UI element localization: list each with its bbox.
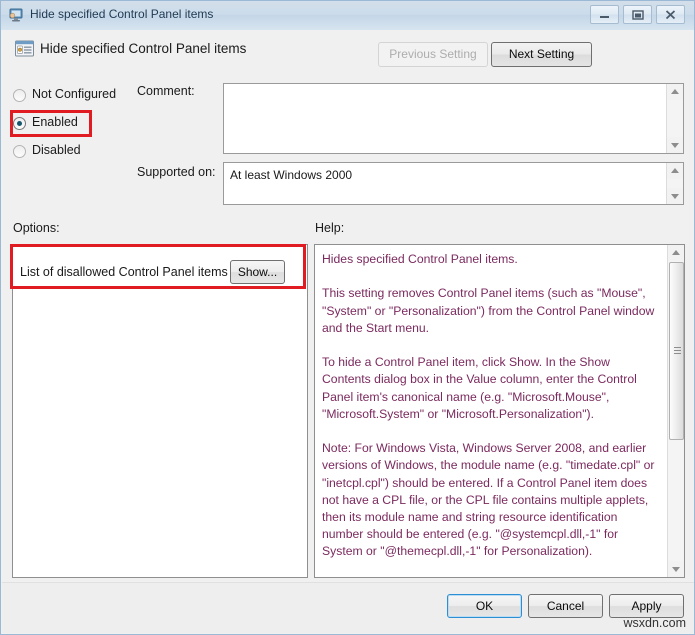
close-icon[interactable] [656,5,685,24]
scroll-up-icon[interactable] [667,163,683,179]
minimize-icon[interactable] [590,5,619,24]
title-bar: Hide specified Control Panel items [1,1,694,31]
radio-indicator [13,89,26,102]
comment-input[interactable] [223,83,684,154]
group-policy-setting-dialog: Hide specified Control Panel items Hide … [0,0,695,635]
watermark: wsxdn.com [623,616,686,630]
radio-label: Disabled [32,143,81,157]
help-label: Help: [315,221,345,235]
maximize-icon[interactable] [623,5,652,24]
cancel-button[interactable]: Cancel [528,594,603,618]
radio-label: Not Configured [32,87,117,101]
radio-indicator-selected [13,117,26,130]
scroll-down-icon[interactable] [667,137,683,153]
scroll-down-icon[interactable] [667,188,683,204]
previous-setting-button[interactable]: Previous Setting [378,42,488,67]
scroll-up-icon[interactable] [668,245,684,261]
radio-indicator [13,145,26,158]
scroll-up-icon[interactable] [667,84,683,100]
supported-on-field: At least Windows 2000 [223,162,684,205]
control-panel-icon [14,38,35,59]
show-button[interactable]: Show... [230,260,285,284]
supported-on-value: At least Windows 2000 [230,168,353,182]
options-panel [12,244,308,578]
help-text: Hides specified Control Panel items. Thi… [322,252,655,559]
grip-icon [674,347,681,354]
disallowed-items-label: List of disallowed Control Panel items [20,265,228,279]
supported-on-scrollbar[interactable] [666,163,683,204]
radio-label: Enabled [32,115,78,129]
options-label: Options: [13,221,60,235]
help-scrollbar[interactable] [667,245,684,577]
comment-label: Comment: [137,84,195,98]
next-setting-button[interactable]: Next Setting [491,42,592,67]
computer-policy-icon [8,7,24,23]
window-title: Hide specified Control Panel items [30,7,214,21]
page-title: Hide specified Control Panel items [40,41,247,56]
help-panel: Hides specified Control Panel items. Thi… [314,244,685,578]
supported-on-label: Supported on: [137,165,216,179]
ok-button[interactable]: OK [447,594,522,618]
apply-button[interactable]: Apply [609,594,684,618]
comment-scrollbar[interactable] [666,84,683,153]
scroll-thumb[interactable] [669,262,684,440]
scroll-down-icon[interactable] [668,561,684,577]
